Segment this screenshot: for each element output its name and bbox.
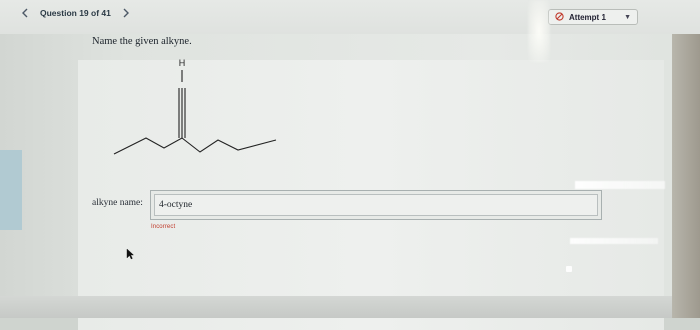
- no-entry-icon: [555, 11, 564, 23]
- chevron-left-icon[interactable]: [20, 8, 30, 18]
- screen-glare: [570, 238, 658, 244]
- caret-down-icon: ▼: [624, 13, 631, 21]
- screen-glare: [575, 181, 665, 189]
- screen-glare: [528, 0, 550, 62]
- attempt-dropdown[interactable]: Attempt 1 ▼: [548, 9, 638, 25]
- attempt-label: Attempt 1: [569, 12, 606, 22]
- answer-label: alkyne name:: [92, 198, 143, 208]
- alkyne-structure: H: [113, 58, 277, 155]
- top-bar: Question 19 of 41 Attempt 1 ▼: [0, 0, 700, 35]
- answer-container: [150, 190, 602, 220]
- screen-glare: [566, 266, 572, 272]
- question-counter: Question 19 of 41: [40, 8, 111, 18]
- alkyne-name-input[interactable]: [154, 194, 598, 216]
- left-accent: [0, 150, 22, 230]
- monitor-edge: [672, 34, 700, 318]
- main-area: [0, 34, 700, 330]
- mouse-cursor-icon: [126, 248, 134, 260]
- hydrogen-label: H: [179, 58, 186, 68]
- chevron-right-icon[interactable]: [121, 8, 131, 18]
- bottom-strip: [0, 296, 700, 318]
- question-prompt: Name the given alkyne.: [92, 36, 192, 47]
- question-nav: Question 19 of 41: [20, 8, 131, 18]
- carbon-chain: [113, 137, 277, 155]
- feedback-incorrect: Incorrect: [151, 224, 176, 230]
